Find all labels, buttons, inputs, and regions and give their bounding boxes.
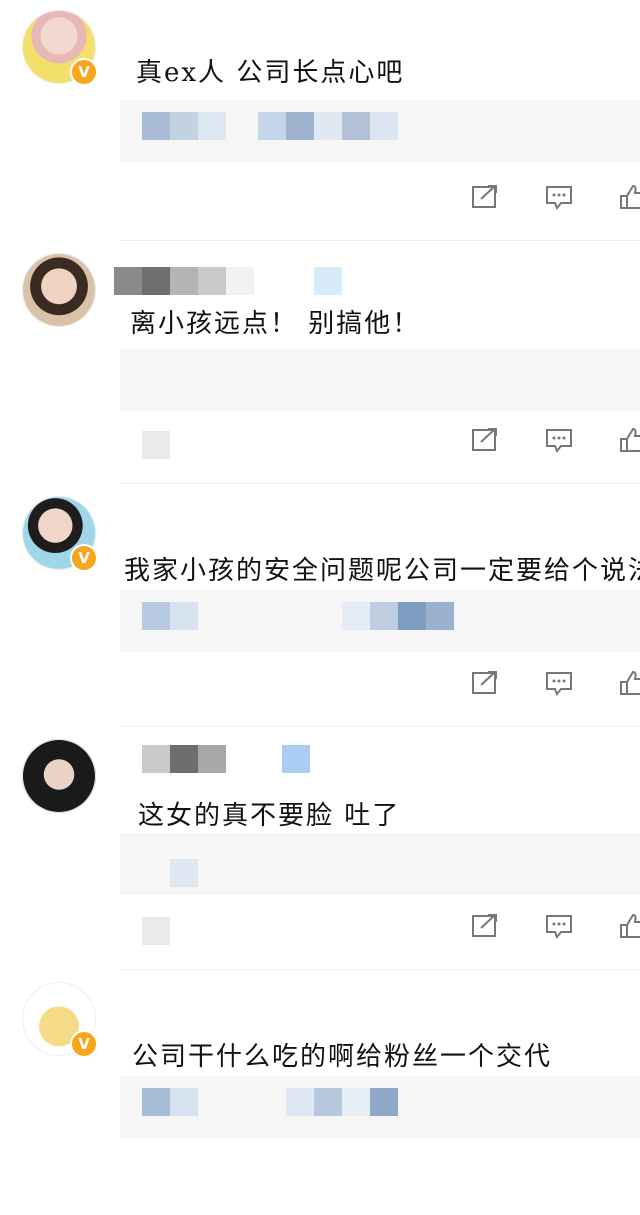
verified-badge-icon: V: [70, 1030, 98, 1058]
blurred-text: [286, 1088, 398, 1116]
blurred-username: [142, 112, 226, 140]
share-icon: [472, 428, 497, 451]
action-bar: [468, 911, 640, 941]
action-bar: [468, 668, 640, 698]
divider: [120, 726, 640, 727]
share-icon: [472, 914, 497, 937]
comment-text: 这女的真不要脸 吐了: [138, 801, 401, 831]
comment-item: V 我家小孩的安全问题呢公司一定要给个说法: [0, 486, 640, 729]
divider: [120, 240, 640, 241]
like-button[interactable]: [616, 668, 640, 698]
blurred-text: [170, 859, 198, 887]
comment-text: 我家小孩的安全问题呢公司一定要给个说法: [124, 556, 640, 586]
share-icon: [472, 671, 497, 694]
share-button[interactable]: [468, 668, 502, 698]
comment-item: 这女的真不要脸 吐了: [0, 729, 640, 972]
comment-text: 真ex人 公司长点心吧: [136, 58, 405, 88]
comment-item: 离小孩远点！ 别搞他！: [0, 243, 640, 486]
reply-preview[interactable]: [120, 1076, 640, 1138]
verified-badge-icon: V: [70, 58, 98, 86]
comment-icon: [546, 915, 572, 939]
like-icon: [620, 913, 640, 938]
blurred-username: [142, 602, 198, 630]
comment-icon: [546, 672, 572, 696]
blurred-text: [258, 112, 398, 140]
comment-item: V 真ex人 公司长点心吧: [0, 0, 640, 243]
avatar[interactable]: [22, 739, 96, 813]
reply-preview[interactable]: [120, 590, 640, 652]
comment-button[interactable]: [542, 911, 576, 941]
reply-preview[interactable]: [120, 100, 640, 162]
like-button[interactable]: [616, 425, 640, 455]
avatar[interactable]: [22, 253, 96, 327]
comment-button[interactable]: [542, 425, 576, 455]
like-icon: [620, 427, 640, 452]
share-button[interactable]: [468, 911, 502, 941]
blurred-username: [142, 1088, 198, 1116]
comment-item: V 公司干什么吃的啊给粉丝一个交代: [0, 972, 640, 1215]
blurred-username: [142, 745, 310, 773]
comment-text: 离小孩远点！ 别搞他！: [130, 309, 421, 339]
comment-button[interactable]: [542, 182, 576, 212]
comment-button[interactable]: [542, 668, 576, 698]
share-button[interactable]: [468, 425, 502, 455]
share-button[interactable]: [468, 182, 502, 212]
divider: [120, 969, 640, 970]
like-button[interactable]: [616, 182, 640, 212]
reply-preview[interactable]: [120, 833, 640, 895]
blurred-text: [342, 602, 454, 630]
action-bar: [468, 425, 640, 455]
divider: [120, 483, 640, 484]
comment-text: 公司干什么吃的啊给粉丝一个交代: [132, 1042, 553, 1072]
like-icon: [620, 670, 640, 695]
comment-icon: [546, 186, 572, 210]
like-icon: [620, 184, 640, 209]
blurred-timestamp: [142, 917, 170, 945]
like-button[interactable]: [616, 911, 640, 941]
reply-preview[interactable]: [120, 349, 640, 411]
verified-badge-icon: V: [70, 544, 98, 572]
comment-icon: [546, 429, 572, 453]
action-bar: [468, 182, 640, 212]
blurred-timestamp: [142, 431, 170, 459]
blurred-username: [114, 267, 342, 295]
share-icon: [472, 185, 497, 208]
